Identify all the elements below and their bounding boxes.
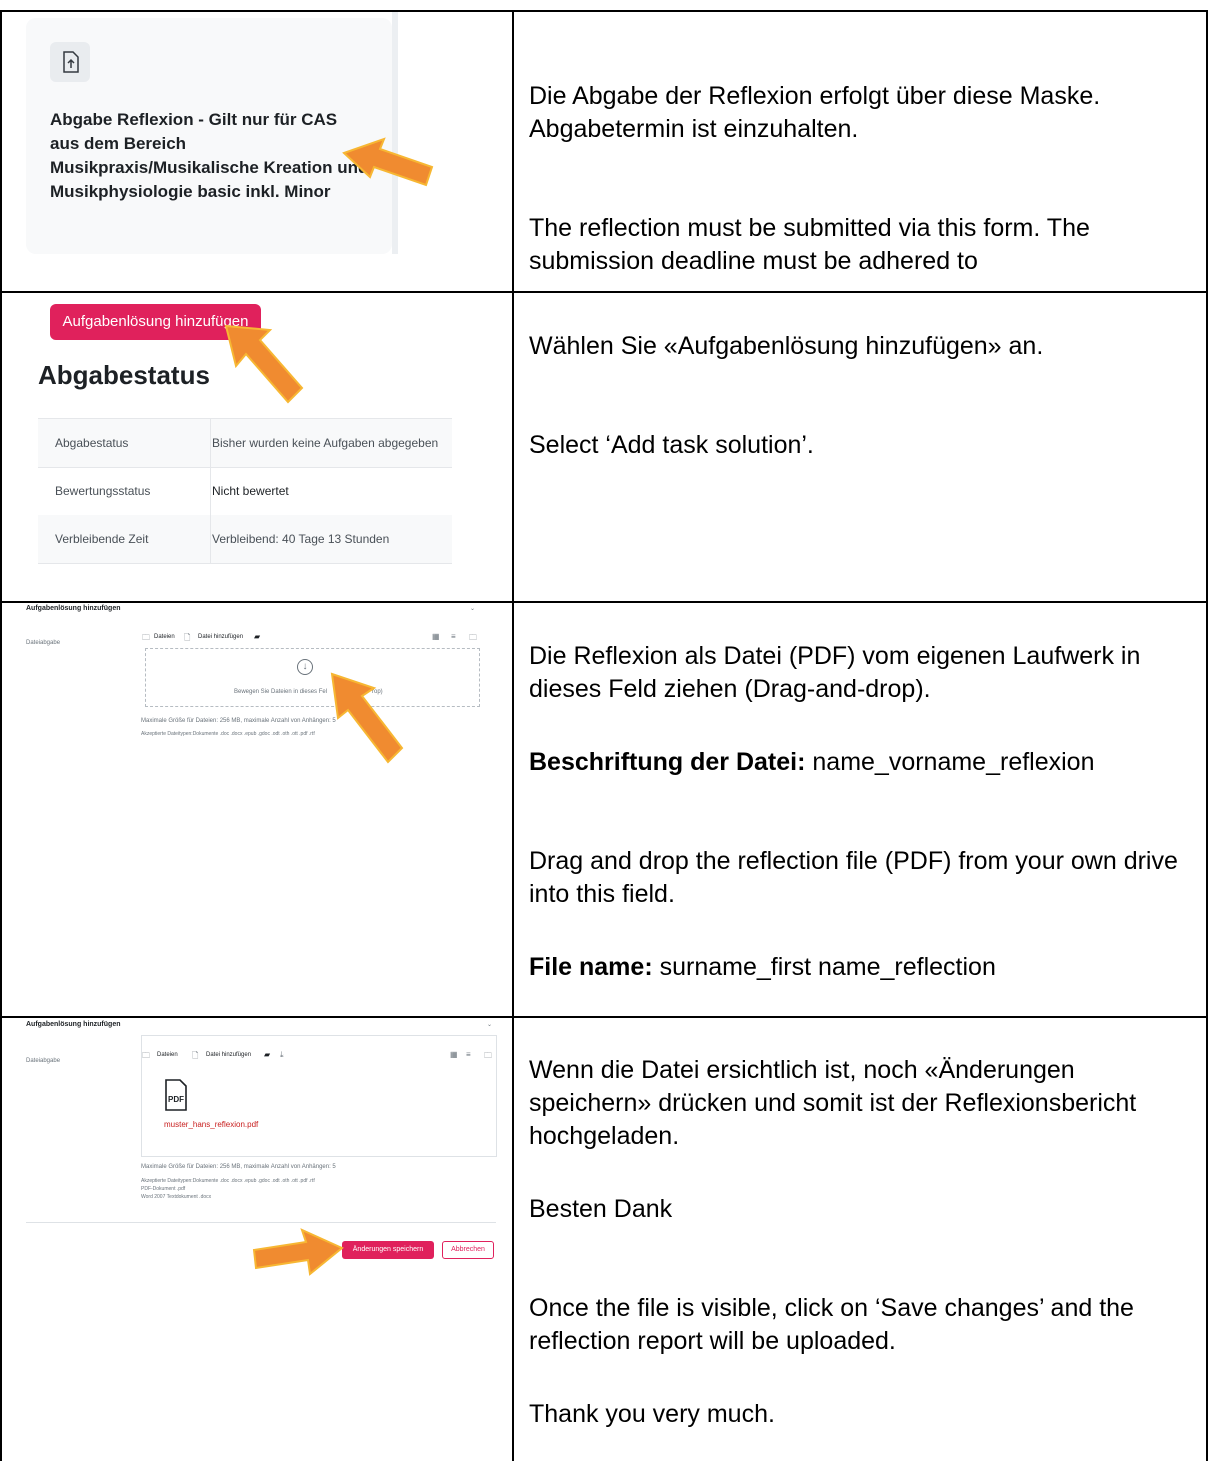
chevron-down-icon[interactable]: ⌄ [470, 605, 475, 612]
label-de: Beschriftung der Datei: [529, 748, 806, 776]
drop-zone-text: Bewegen Sie Dateien in dieses Fel [234, 689, 328, 695]
panel-title: Aufgabenlösung hinzufügen [26, 1021, 121, 1028]
row3-german: Die Reflexion als Datei (PDF) vom eigene… [529, 642, 1141, 703]
table-row: Verbleibende Zeit Verbleibend: 40 Tage 1… [38, 515, 452, 564]
row3-english: Drag and drop the reflection file (PDF) … [529, 847, 1178, 908]
grid-icon[interactable]: ▦ [432, 632, 440, 641]
field-label: Dateiabgabe [26, 1058, 61, 1064]
folder-icon[interactable]: 🗀 [469, 632, 477, 646]
row2-german: Wählen Sie «Aufgabenlösung hinzufügen» a… [529, 332, 1044, 360]
submission-status-heading: Abgabestatus [38, 360, 210, 390]
label-en: File name: [529, 953, 653, 981]
row2-english: Select ‘Add task solution’. [529, 431, 814, 459]
drop-zone[interactable] [145, 648, 480, 707]
value-de: name_vorname_reflexion [805, 748, 1095, 776]
accepted-types: Akzeptierte Dateitypen:Dokumente .doc .d… [141, 731, 315, 737]
arrow-pointer [252, 1228, 344, 1276]
row4-german: Wenn die Datei ersichtlich ist, noch «Än… [529, 1056, 1137, 1150]
row4-english-thanks: Thank you very much. [529, 1400, 775, 1428]
table-row: Abgabestatus Bisher wurden keine Aufgabe… [38, 419, 452, 468]
file-area[interactable] [141, 1035, 497, 1157]
divider [26, 1222, 496, 1223]
file-icon[interactable]: 🗋 [184, 632, 190, 646]
arrow-pointer [342, 137, 434, 187]
pdf-label: PDF [168, 1095, 184, 1104]
column-divider [512, 11, 514, 1461]
folder-icon[interactable]: 🗀 [142, 632, 150, 646]
panel-title: Aufgabenlösung hinzufügen [26, 605, 121, 612]
row1-text: Die Abgabe der Reflexion erfolgt über di… [529, 80, 1199, 278]
upload-icon [50, 42, 90, 82]
arrow-pointer [224, 324, 304, 404]
row-divider [0, 1016, 1208, 1018]
uploaded-filename[interactable]: muster_hans_reflexion.pdf [164, 1120, 258, 1129]
row4-german-thanks: Besten Dank [529, 1195, 673, 1223]
value-en: surname_first name_reflection [652, 953, 996, 981]
file-limits: Maximale Größe für Dateien: 256 MB, maxi… [141, 718, 336, 724]
instruction-table: Abgabe Reflexion - Gilt nur für CAS aus … [0, 0, 1208, 1461]
save-changes-button[interactable]: Änderungen speichern [342, 1241, 434, 1259]
files-link[interactable]: Dateien [154, 634, 175, 640]
cancel-button[interactable]: Abbrechen [442, 1241, 494, 1259]
accepted-types: Akzeptierte Dateitypen:Dokumente .doc .d… [141, 1178, 315, 1184]
add-file-link[interactable]: Datei hinzufügen [198, 634, 243, 640]
row-divider [0, 291, 1208, 293]
row1-english: The reflection must be submitted via thi… [529, 214, 1090, 275]
file-limits: Maximale Größe für Dateien: 256 MB, maxi… [141, 1164, 336, 1170]
table-border-left [0, 11, 2, 1461]
row4-text: Wenn die Datei ersichtlich ist, noch «Än… [529, 1054, 1199, 1431]
chevron-down-icon[interactable]: ⌄ [487, 1021, 492, 1028]
accepted-types: Word 2007 Textdokument .docx [141, 1194, 212, 1200]
pdf-icon[interactable]: PDF [164, 1079, 188, 1111]
list-icon[interactable]: ≡ [451, 632, 456, 641]
submission-status-table: Abgabestatus Bisher wurden keine Aufgabe… [38, 418, 452, 567]
folder-plus-icon[interactable]: ▰ [254, 632, 260, 641]
field-label: Dateiabgabe [26, 640, 61, 646]
accepted-types: PDF-Dokument .pdf [141, 1186, 186, 1192]
row4-english: Once the file is visible, click on ‘Save… [529, 1294, 1134, 1355]
arrow-pointer [330, 672, 404, 764]
table-row: Bewertungsstatus Nicht bewertet [38, 467, 452, 516]
row-divider [0, 601, 1208, 603]
download-icon: ↓ [297, 659, 313, 675]
table-border-top [0, 10, 1208, 12]
row1-german: Die Abgabe der Reflexion erfolgt über di… [529, 82, 1101, 143]
row2-text: Wählen Sie «Aufgabenlösung hinzufügen» a… [529, 330, 1199, 462]
assignment-title[interactable]: Abgabe Reflexion - Gilt nur für CAS aus … [50, 108, 370, 204]
row3-text: Die Reflexion als Datei (PDF) vom eigene… [529, 640, 1199, 984]
